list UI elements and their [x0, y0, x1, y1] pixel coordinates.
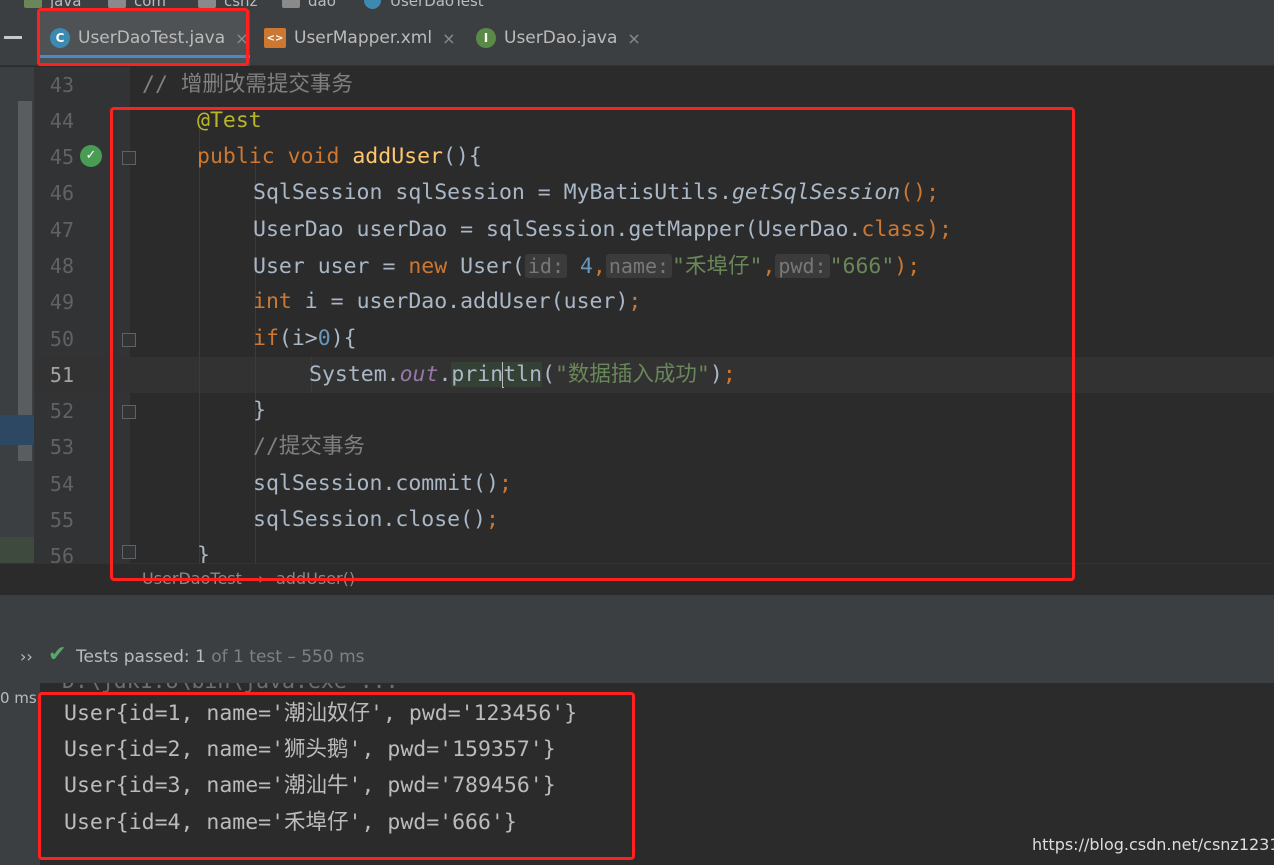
folder-icon: [108, 0, 126, 8]
tab-menu-icon[interactable]: [4, 36, 22, 39]
tab-userdao[interactable]: I UserDao.java ×: [464, 10, 642, 66]
breadcrumb-dao[interactable]: dao: [308, 0, 336, 10]
line-number: 44: [49, 109, 74, 133]
line-number-current: 51: [49, 363, 74, 387]
folder-icon: [282, 0, 300, 8]
interface-icon: I: [476, 28, 496, 48]
tab-label: UserMapper.xml: [294, 28, 433, 48]
run-panel-header: ›› ✔ Tests passed: 1 of 1 test – 550 ms: [0, 633, 1274, 683]
line-number: 52: [49, 399, 74, 423]
folder-icon: [24, 0, 42, 8]
xml-file-icon: <>: [264, 28, 286, 48]
panel-splitter[interactable]: [0, 595, 1274, 633]
test-duration: 0 ms: [0, 689, 37, 707]
close-icon[interactable]: ×: [442, 29, 455, 48]
line-number: 48: [49, 254, 74, 278]
line-number: 46: [49, 181, 74, 205]
line-number: 55: [49, 508, 74, 532]
line-number: 56: [49, 544, 74, 563]
code-line-43: // 增删改需提交事务: [142, 72, 353, 97]
annotation-box-code: [110, 107, 1075, 581]
line-number: 53: [49, 435, 74, 459]
line-number: 47: [49, 218, 74, 242]
annotation-box-output: [38, 692, 635, 860]
selected-marker: [0, 415, 34, 445]
watermark: https://blog.csdn.net/csnz123123: [1032, 835, 1274, 854]
line-number: 43: [49, 73, 74, 97]
line-number: 45: [49, 145, 74, 169]
tab-label: UserDao.java: [504, 28, 618, 48]
tab-usermapper[interactable]: <> UserMapper.xml ×: [252, 10, 462, 66]
run-test-icon[interactable]: ✓: [80, 145, 102, 167]
test-tree[interactable]: 0 ms: [0, 683, 40, 865]
project-tool-strip: [0, 67, 34, 595]
line-number: 50: [49, 327, 74, 351]
expand-chevron-icon[interactable]: ››: [20, 647, 33, 666]
check-icon: ✔: [48, 642, 67, 667]
close-icon[interactable]: ×: [627, 29, 640, 48]
line-number: 49: [49, 290, 74, 314]
class-icon: [364, 0, 381, 9]
folder-icon: [198, 0, 216, 8]
test-status: Tests passed: 1 of 1 test – 550 ms: [76, 647, 365, 667]
line-number: 54: [49, 472, 74, 496]
scrollbar-thumb[interactable]: [18, 101, 32, 461]
breadcrumb-class[interactable]: UserDaoTest: [390, 0, 484, 10]
annotation-box-tab: [37, 8, 249, 66]
